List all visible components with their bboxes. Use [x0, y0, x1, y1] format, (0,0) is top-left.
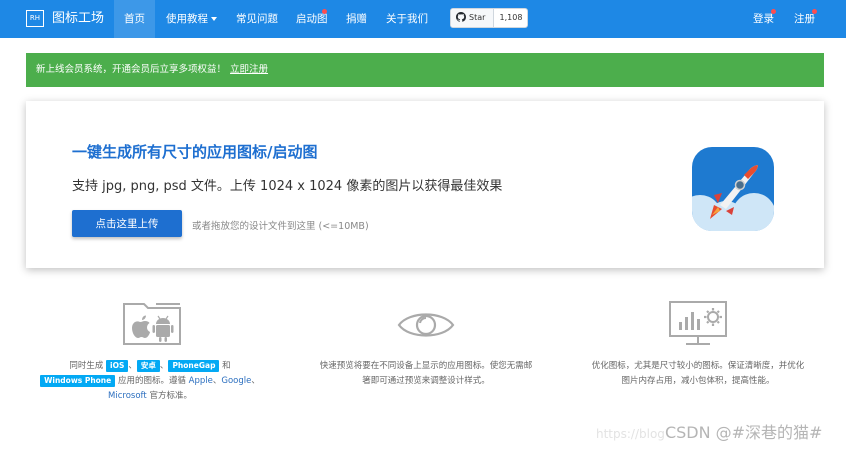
monitor-optimize-icon: [669, 301, 727, 345]
tag-ios: iOS: [106, 360, 129, 372]
github-star-label: Star: [451, 9, 494, 27]
feature1-text-a: 同时生成: [69, 361, 104, 371]
nav-item-splash[interactable]: 启动图: [296, 0, 328, 38]
feature3-line1: 优化图标，尤其是尺寸较小的图标。保证清晰度，并优化: [591, 361, 805, 371]
feature2-line1: 快速预览将要在不同设备上显示的应用图标。使您无需邮: [319, 361, 533, 371]
brand-name[interactable]: 图标工场: [52, 10, 104, 27]
watermark-text: CSDN @#深巷的猫#: [664, 423, 823, 442]
eye-preview-icon: [397, 313, 455, 337]
tag-windows-phone: Windows Phone: [40, 375, 116, 387]
login-badge-dot: [771, 9, 776, 14]
nav-item-donate[interactable]: 捐赠: [346, 0, 367, 38]
register-now-link[interactable]: 立即注册: [230, 64, 268, 75]
feature3-line2: 图片内存占用，减小包体积，提高性能。: [621, 376, 775, 386]
drop-hint: 或者拖放您的设计文件到这里 (<=10MB): [192, 221, 369, 232]
rocket-app-icon: [692, 147, 774, 231]
nav-login[interactable]: 登录: [753, 0, 774, 38]
nav-item-about[interactable]: 关于我们: [386, 0, 428, 38]
github-icon: [456, 12, 466, 22]
upload-card[interactable]: 一键生成所有尺寸的应用图标/启动图 支持 jpg, png, psd 文件。上传…: [26, 101, 824, 268]
watermark-url: https://blog: [596, 427, 665, 441]
nav-item-tutorial[interactable]: 使用教程: [166, 0, 217, 38]
github-star-button[interactable]: Star 1,108: [450, 8, 528, 28]
folder-platforms-icon: [123, 303, 181, 345]
nav-item-tutorial-label: 使用教程: [166, 13, 208, 25]
nav-item-faq[interactable]: 常见问题: [236, 0, 278, 38]
tag-android: 安卓: [136, 360, 160, 372]
chevron-down-icon: [211, 17, 217, 21]
apple-link[interactable]: Apple: [189, 376, 213, 386]
feature1-text-d: 官方标准。: [149, 391, 192, 401]
feature-optimize: 优化图标，尤其是尺寸较小的图标。保证清晰度，并优化 图片内存占用，减小包体积，提…: [570, 359, 826, 389]
microsoft-link[interactable]: Microsoft: [108, 391, 147, 401]
hero-subtitle: 支持 jpg, png, psd 文件。上传 1024 x 1024 像素的图片…: [72, 179, 503, 194]
feature1-sep-d: 、: [251, 376, 260, 386]
membership-alert: 新上线会员系统，开通会员后立享多项权益！ 立即注册: [26, 53, 824, 87]
feature1-text-b: 和: [222, 361, 231, 371]
top-navbar: RH 图标工场 首页 使用教程 常见问题 启动图 捐赠 关于我们 Star 1,…: [0, 0, 846, 38]
google-link[interactable]: Google: [221, 376, 251, 386]
tag-phonegap: PhoneGap: [168, 360, 220, 372]
feature-preview: 快速预览将要在不同设备上显示的应用图标。使您无需邮 箸即可通过预览来调整设计样式…: [298, 359, 554, 389]
alert-text: 新上线会员系统，开通会员后立享多项权益！: [36, 64, 227, 75]
feature-multi-platform: 同时生成 iOS、安卓、 PhoneGap 和 Windows Phone 应用的…: [26, 359, 274, 404]
github-star-count[interactable]: 1,108: [495, 9, 527, 27]
nav-item-home[interactable]: 首页: [114, 0, 155, 38]
register-badge-dot: [812, 9, 817, 14]
upload-button[interactable]: 点击这里上传: [72, 210, 182, 237]
feature1-sep-a: 、: [128, 361, 137, 371]
feature2-line2: 箸即可通过预览来调整设计样式。: [362, 376, 490, 386]
logo-icon[interactable]: RH: [26, 10, 44, 27]
hero-title: 一键生成所有尺寸的应用图标/启动图: [72, 143, 318, 161]
github-star-text: Star: [469, 13, 486, 22]
new-badge-dot: [322, 9, 327, 14]
csdn-watermark: https://blogCSDN @#深巷的猫#: [596, 419, 822, 443]
feature1-text-c: 应用的图标。遵循: [117, 376, 186, 386]
nav-register[interactable]: 注册: [794, 0, 815, 38]
feature1-sep-b: 、: [159, 361, 169, 371]
